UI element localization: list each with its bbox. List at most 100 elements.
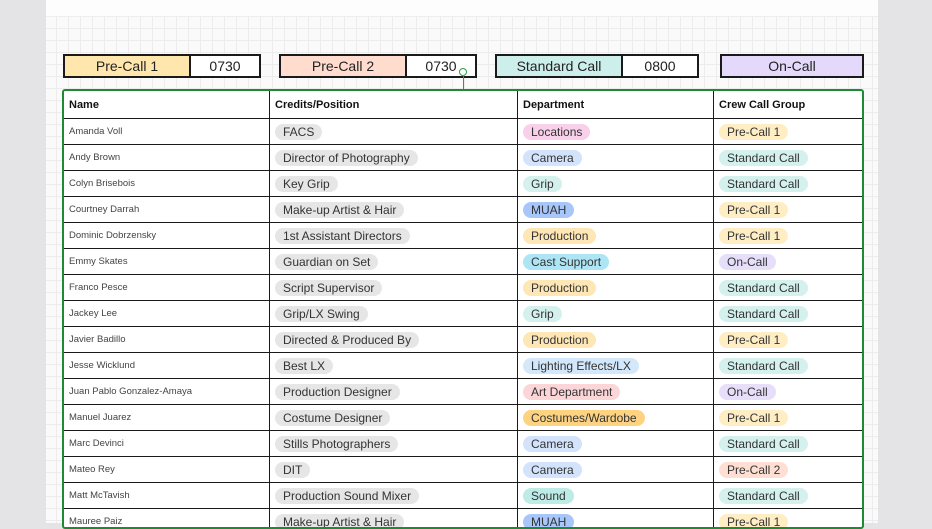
department-cell: Production <box>518 223 714 249</box>
position-tag[interactable]: DIT <box>275 462 310 478</box>
call-group-cell: Standard Call <box>714 431 863 457</box>
call-group-cell: Pre-Call 1 <box>714 119 863 145</box>
department-tag[interactable]: Production <box>523 332 596 348</box>
connector-handle[interactable] <box>459 68 467 76</box>
position-tag[interactable]: Best LX <box>275 358 333 374</box>
crew-name-cell: Mateo Rey <box>64 457 270 483</box>
table-row[interactable]: Emmy SkatesGuardian on SetCast SupportOn… <box>64 249 862 275</box>
call-group-tag[interactable]: Standard Call <box>719 358 808 374</box>
department-tag[interactable]: Cast Support <box>523 254 609 270</box>
header-department: Department <box>518 91 714 119</box>
call-time-box-3[interactable]: Standard Call0800 <box>495 54 699 78</box>
department-tag[interactable]: Camera <box>523 150 582 166</box>
position-tag[interactable]: Directed & Produced By <box>275 332 419 348</box>
department-tag[interactable]: Grip <box>523 306 562 322</box>
call-time-box-4[interactable]: On-Call <box>720 54 864 78</box>
call-group-tag[interactable]: Pre-Call 1 <box>719 124 788 140</box>
call-group-tag[interactable]: Pre-Call 1 <box>719 514 788 529</box>
connector-line <box>463 76 465 89</box>
call-group-tag[interactable]: On-Call <box>719 384 776 400</box>
call-group-tag[interactable]: Standard Call <box>719 436 808 452</box>
call-group-tag[interactable]: On-Call <box>719 254 776 270</box>
call-group-tag[interactable]: Pre-Call 1 <box>719 228 788 244</box>
call-group-tag[interactable]: Standard Call <box>719 150 808 166</box>
table-row[interactable]: Andy Brown Director of Photography Camera S… <box>64 145 862 171</box>
position-cell: Guardian on Set <box>270 249 518 275</box>
department-tag[interactable]: Grip <box>523 176 562 192</box>
department-tag[interactable]: MUAH <box>523 202 574 218</box>
call-group-tag[interactable]: Pre-Call 1 <box>719 410 788 426</box>
department-tag[interactable]: Costumes/Wardobe <box>523 410 645 426</box>
department-cell: Grip <box>518 171 714 197</box>
table-row[interactable]: Dominic Dobrzensky1st Assistant Director… <box>64 223 862 249</box>
call-group-tag[interactable]: Standard Call <box>719 176 808 192</box>
table-row[interactable]: Juan Pablo Gonzalez-Amaya Production Desi… <box>64 379 862 405</box>
position-cell: Production Designer <box>270 379 518 405</box>
position-tag[interactable]: Key Grip <box>275 176 338 192</box>
department-tag[interactable]: Camera <box>523 462 582 478</box>
department-tag[interactable]: Locations <box>523 124 590 140</box>
position-cell: DIT <box>270 457 518 483</box>
position-tag[interactable]: Make-up Artist & Hair <box>275 514 404 529</box>
position-tag[interactable]: Grip/LX Swing <box>275 306 368 322</box>
department-cell: Production <box>518 327 714 353</box>
table-row[interactable]: Mateo Rey DIT Camera Pre-Call 2 <box>64 457 862 483</box>
position-tag[interactable]: Production Sound Mixer <box>275 488 419 504</box>
table-row[interactable]: Javier BadilloDirected & Produced ByProd… <box>64 327 862 353</box>
call-group-cell: Pre-Call 1 <box>714 327 863 353</box>
department-cell: Sound <box>518 483 714 509</box>
call-group-tag[interactable]: Pre-Call 1 <box>719 202 788 218</box>
crew-name-cell: Jackey Lee <box>64 301 270 327</box>
table-row[interactable]: Manuel Juarez Costume Designer Costumes/Wa… <box>64 405 862 431</box>
table-row[interactable]: Matt McTavishProduction Sound MixerSound… <box>64 483 862 509</box>
position-cell: 1st Assistant Directors <box>270 223 518 249</box>
call-group-tag[interactable]: Standard Call <box>719 306 808 322</box>
department-tag[interactable]: Sound <box>523 488 574 504</box>
crew-name-cell: Juan Pablo Gonzalez-Amaya <box>64 379 270 405</box>
table-row[interactable]: Mauree PaizMake-up Artist & HairMUAHPre-… <box>64 509 862 529</box>
position-tag[interactable]: FACS <box>275 124 322 140</box>
call-group-tag[interactable]: Standard Call <box>719 280 808 296</box>
position-tag[interactable]: Director of Photography <box>275 150 418 166</box>
department-tag[interactable]: Production <box>523 280 596 296</box>
call-group-cell: On-Call <box>714 379 863 405</box>
position-tag[interactable]: Guardian on Set <box>275 254 378 270</box>
call-time-value: 0800 <box>621 56 697 76</box>
position-tag[interactable]: Make-up Artist & Hair <box>275 202 404 218</box>
department-cell: Costumes/Wardobe <box>518 405 714 431</box>
department-tag[interactable]: Camera <box>523 436 582 452</box>
crew-name-cell: Courtney Darrah <box>64 197 270 223</box>
position-tag[interactable]: Stills Photographers <box>275 436 398 452</box>
department-tag[interactable]: Production <box>523 228 596 244</box>
table-row[interactable]: Courtney Darrah Make-up Artist & Hair MUAH… <box>64 197 862 223</box>
header-name: Name <box>64 91 270 119</box>
call-group-tag[interactable]: Pre-Call 2 <box>719 462 788 478</box>
department-cell: Camera <box>518 145 714 171</box>
position-tag[interactable]: Costume Designer <box>275 410 390 426</box>
department-tag[interactable]: Lighting Effects/LX <box>523 358 639 374</box>
crew-name-cell: Manuel Juarez <box>64 405 270 431</box>
table-row[interactable]: Marc DevinciStills PhotographersCameraSt… <box>64 431 862 457</box>
call-group-tag[interactable]: Pre-Call 1 <box>719 332 788 348</box>
position-cell: FACS <box>270 119 518 145</box>
table-row[interactable]: Colyn BriseboisKey GripGripStandard Call <box>64 171 862 197</box>
table-row[interactable]: Franco PesceScript SupervisorProductionS… <box>64 275 862 301</box>
position-tag[interactable]: 1st Assistant Directors <box>275 228 410 244</box>
table-row[interactable]: Jesse Wicklund Best LX Lighting Effects/LX… <box>64 353 862 379</box>
call-group-cell: Pre-Call 1 <box>714 509 863 529</box>
table-row[interactable]: Amanda VollFACSLocationsPre-Call 1 <box>64 119 862 145</box>
position-tag[interactable]: Script Supervisor <box>275 280 382 296</box>
table-row[interactable]: Jackey Lee Grip/LX Swing Grip Standard Call <box>64 301 862 327</box>
call-time-box-2[interactable]: Pre-Call 20730 <box>279 54 477 78</box>
crew-table-frame[interactable]: Name Credits/Position Department Crew Ca… <box>62 89 864 529</box>
department-tag[interactable]: MUAH <box>523 514 574 529</box>
call-group-cell: Pre-Call 1 <box>714 197 863 223</box>
crew-name-cell: Andy Brown <box>64 145 270 171</box>
crew-name-cell: Jesse Wicklund <box>64 353 270 379</box>
call-time-box-1[interactable]: Pre-Call 10730 <box>63 54 261 78</box>
position-tag[interactable]: Production Designer <box>275 384 400 400</box>
department-cell: Camera <box>518 431 714 457</box>
call-group-tag[interactable]: Standard Call <box>719 488 808 504</box>
department-tag[interactable]: Art Department <box>523 384 620 400</box>
department-cell: Cast Support <box>518 249 714 275</box>
